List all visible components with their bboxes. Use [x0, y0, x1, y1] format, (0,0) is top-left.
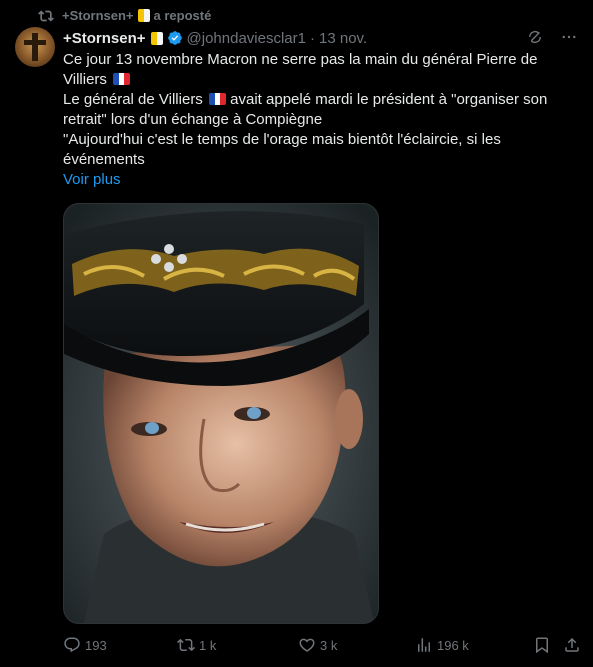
tweet-line: "Aujourd'hui c'est le temps de l'orage m… [63, 131, 501, 168]
tweet-photo[interactable] [63, 203, 379, 624]
share-icon [565, 637, 579, 652]
more-options-icon[interactable] [560, 28, 578, 46]
separator-dot: · [310, 29, 315, 47]
repost-icon [38, 10, 54, 22]
share-button[interactable] [563, 635, 581, 655]
repost-user[interactable]: +Stornsen+ [62, 8, 134, 23]
repost-button[interactable]: 1 k [177, 635, 216, 655]
author-name[interactable]: +Stornsen+ [63, 30, 146, 47]
author-handle[interactable]: @johndaviesclar1 [187, 30, 306, 47]
heart-icon [299, 638, 315, 652]
tweet-date[interactable]: 13 nov. [319, 30, 367, 47]
like-button[interactable]: 3 k [298, 635, 337, 655]
repost-icon [177, 638, 195, 652]
grok-icon[interactable] [526, 28, 544, 46]
views-chart-icon [418, 638, 430, 652]
action-bar: 193 1 k 3 k 196 k [63, 635, 583, 655]
reply-button[interactable]: 193 [63, 635, 107, 655]
repost-suffix: a reposté [153, 8, 212, 23]
bookmark-icon [536, 637, 548, 654]
see-more-link[interactable]: Voir plus [63, 170, 573, 190]
tweet-line: Le général de Villiers avait appelé mard… [63, 91, 548, 128]
vatican-flag-icon [137, 9, 150, 22]
vatican-flag-icon [150, 31, 163, 45]
tweet-line: Ce jour 13 novembre Macron ne serre pas … [63, 51, 538, 88]
tweet-header: +Stornsen+ @johndaviesclar1 · 13 nov. [63, 28, 578, 48]
repost-count: 1 k [199, 637, 217, 653]
bookmark-button[interactable] [533, 635, 551, 655]
verified-badge-icon [167, 31, 182, 45]
france-flag-icon [113, 73, 131, 85]
general-portrait-image [64, 204, 378, 623]
reply-count: 193 [85, 637, 107, 653]
avatar[interactable] [15, 27, 55, 67]
tweet-text: Ce jour 13 novembre Macron ne serre pas … [63, 50, 573, 190]
like-count: 3 k [320, 637, 338, 653]
repost-label[interactable]: +Stornsen+ a reposté [62, 8, 211, 23]
france-flag-icon [208, 93, 226, 105]
reply-icon [64, 637, 80, 653]
view-count: 196 k [437, 637, 469, 653]
views-button[interactable]: 196 k [415, 635, 469, 655]
